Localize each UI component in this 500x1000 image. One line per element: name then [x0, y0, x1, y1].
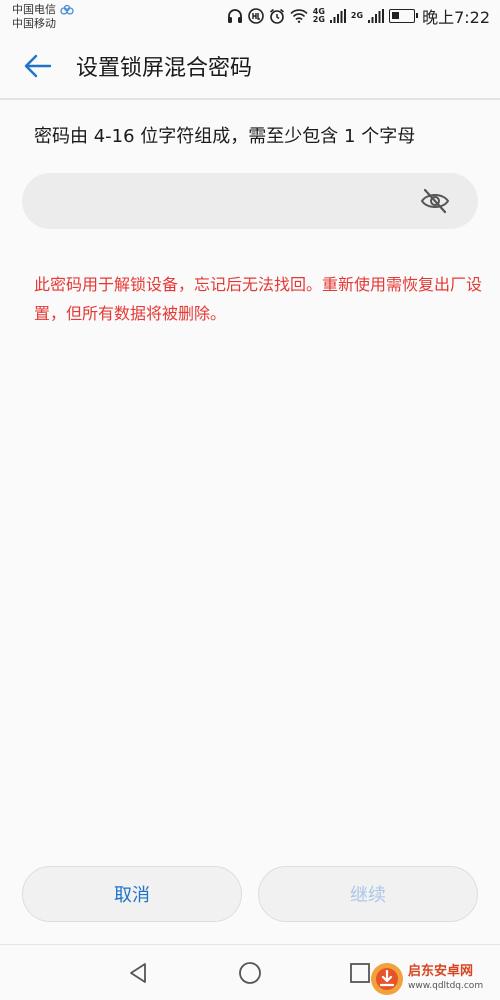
- password-input[interactable]: [44, 173, 414, 229]
- clock: 晚上7:22: [422, 8, 490, 27]
- carrier-info: 中国电信 中国移动: [12, 3, 74, 31]
- hd-voice-icon: [60, 5, 74, 15]
- nav-back-icon[interactable]: [127, 961, 151, 985]
- status-bar: 中国电信 中国移动 4G 2G 2G 晚上7:22: [0, 0, 500, 34]
- continue-button-label: 继续: [350, 885, 386, 906]
- password-instruction: 密码由 4-16 位字符组成，需至少包含 1 个字母: [34, 126, 416, 147]
- continue-button[interactable]: 继续: [258, 866, 478, 922]
- status-icons: 4G 2G 2G 晚上7:22: [227, 6, 490, 27]
- back-arrow-icon: [24, 54, 52, 78]
- watermark-text: 启东安卓网 www.qdltdq.com: [408, 965, 483, 993]
- eye-off-icon: [420, 188, 450, 214]
- carrier-1-label: 中国电信: [12, 3, 56, 16]
- alarm-icon: [269, 8, 284, 24]
- network-2-label: 2G: [350, 11, 364, 20]
- password-field[interactable]: [22, 173, 478, 229]
- signal-1-icon: [329, 9, 346, 23]
- watermark-logo-icon: [371, 963, 403, 995]
- toggle-visibility-button[interactable]: [420, 187, 450, 215]
- watermark-name: 启东安卓网: [408, 964, 474, 979]
- back-button[interactable]: [0, 34, 76, 98]
- signal-2-icon: [368, 9, 385, 23]
- headset-icon: [227, 9, 242, 23]
- watermark-url: www.qdltdq.com: [408, 981, 484, 991]
- title-bar: 设置锁屏混合密码: [0, 34, 500, 98]
- hd-call-icon: [247, 8, 264, 24]
- watermark: 启东安卓网 www.qdltdq.com: [370, 960, 498, 998]
- cancel-button-label: 取消: [114, 885, 150, 906]
- header-divider: [0, 98, 500, 100]
- nav-recent-icon[interactable]: [350, 963, 370, 983]
- page-title: 设置锁屏混合密码: [76, 56, 253, 81]
- battery-icon: [389, 9, 419, 23]
- cancel-button[interactable]: 取消: [22, 866, 242, 922]
- wifi-icon: [290, 9, 308, 23]
- carrier-2-label: 中国移动: [12, 17, 56, 30]
- network-1-label: 4G 2G: [312, 7, 325, 24]
- battery-level: [392, 12, 400, 19]
- warning-message: 此密码用于解锁设备，忘记后无法找回。重新使用需恢复出厂设置，但所有数据将被删除。: [34, 275, 483, 323]
- nav-home-icon[interactable]: [238, 961, 262, 985]
